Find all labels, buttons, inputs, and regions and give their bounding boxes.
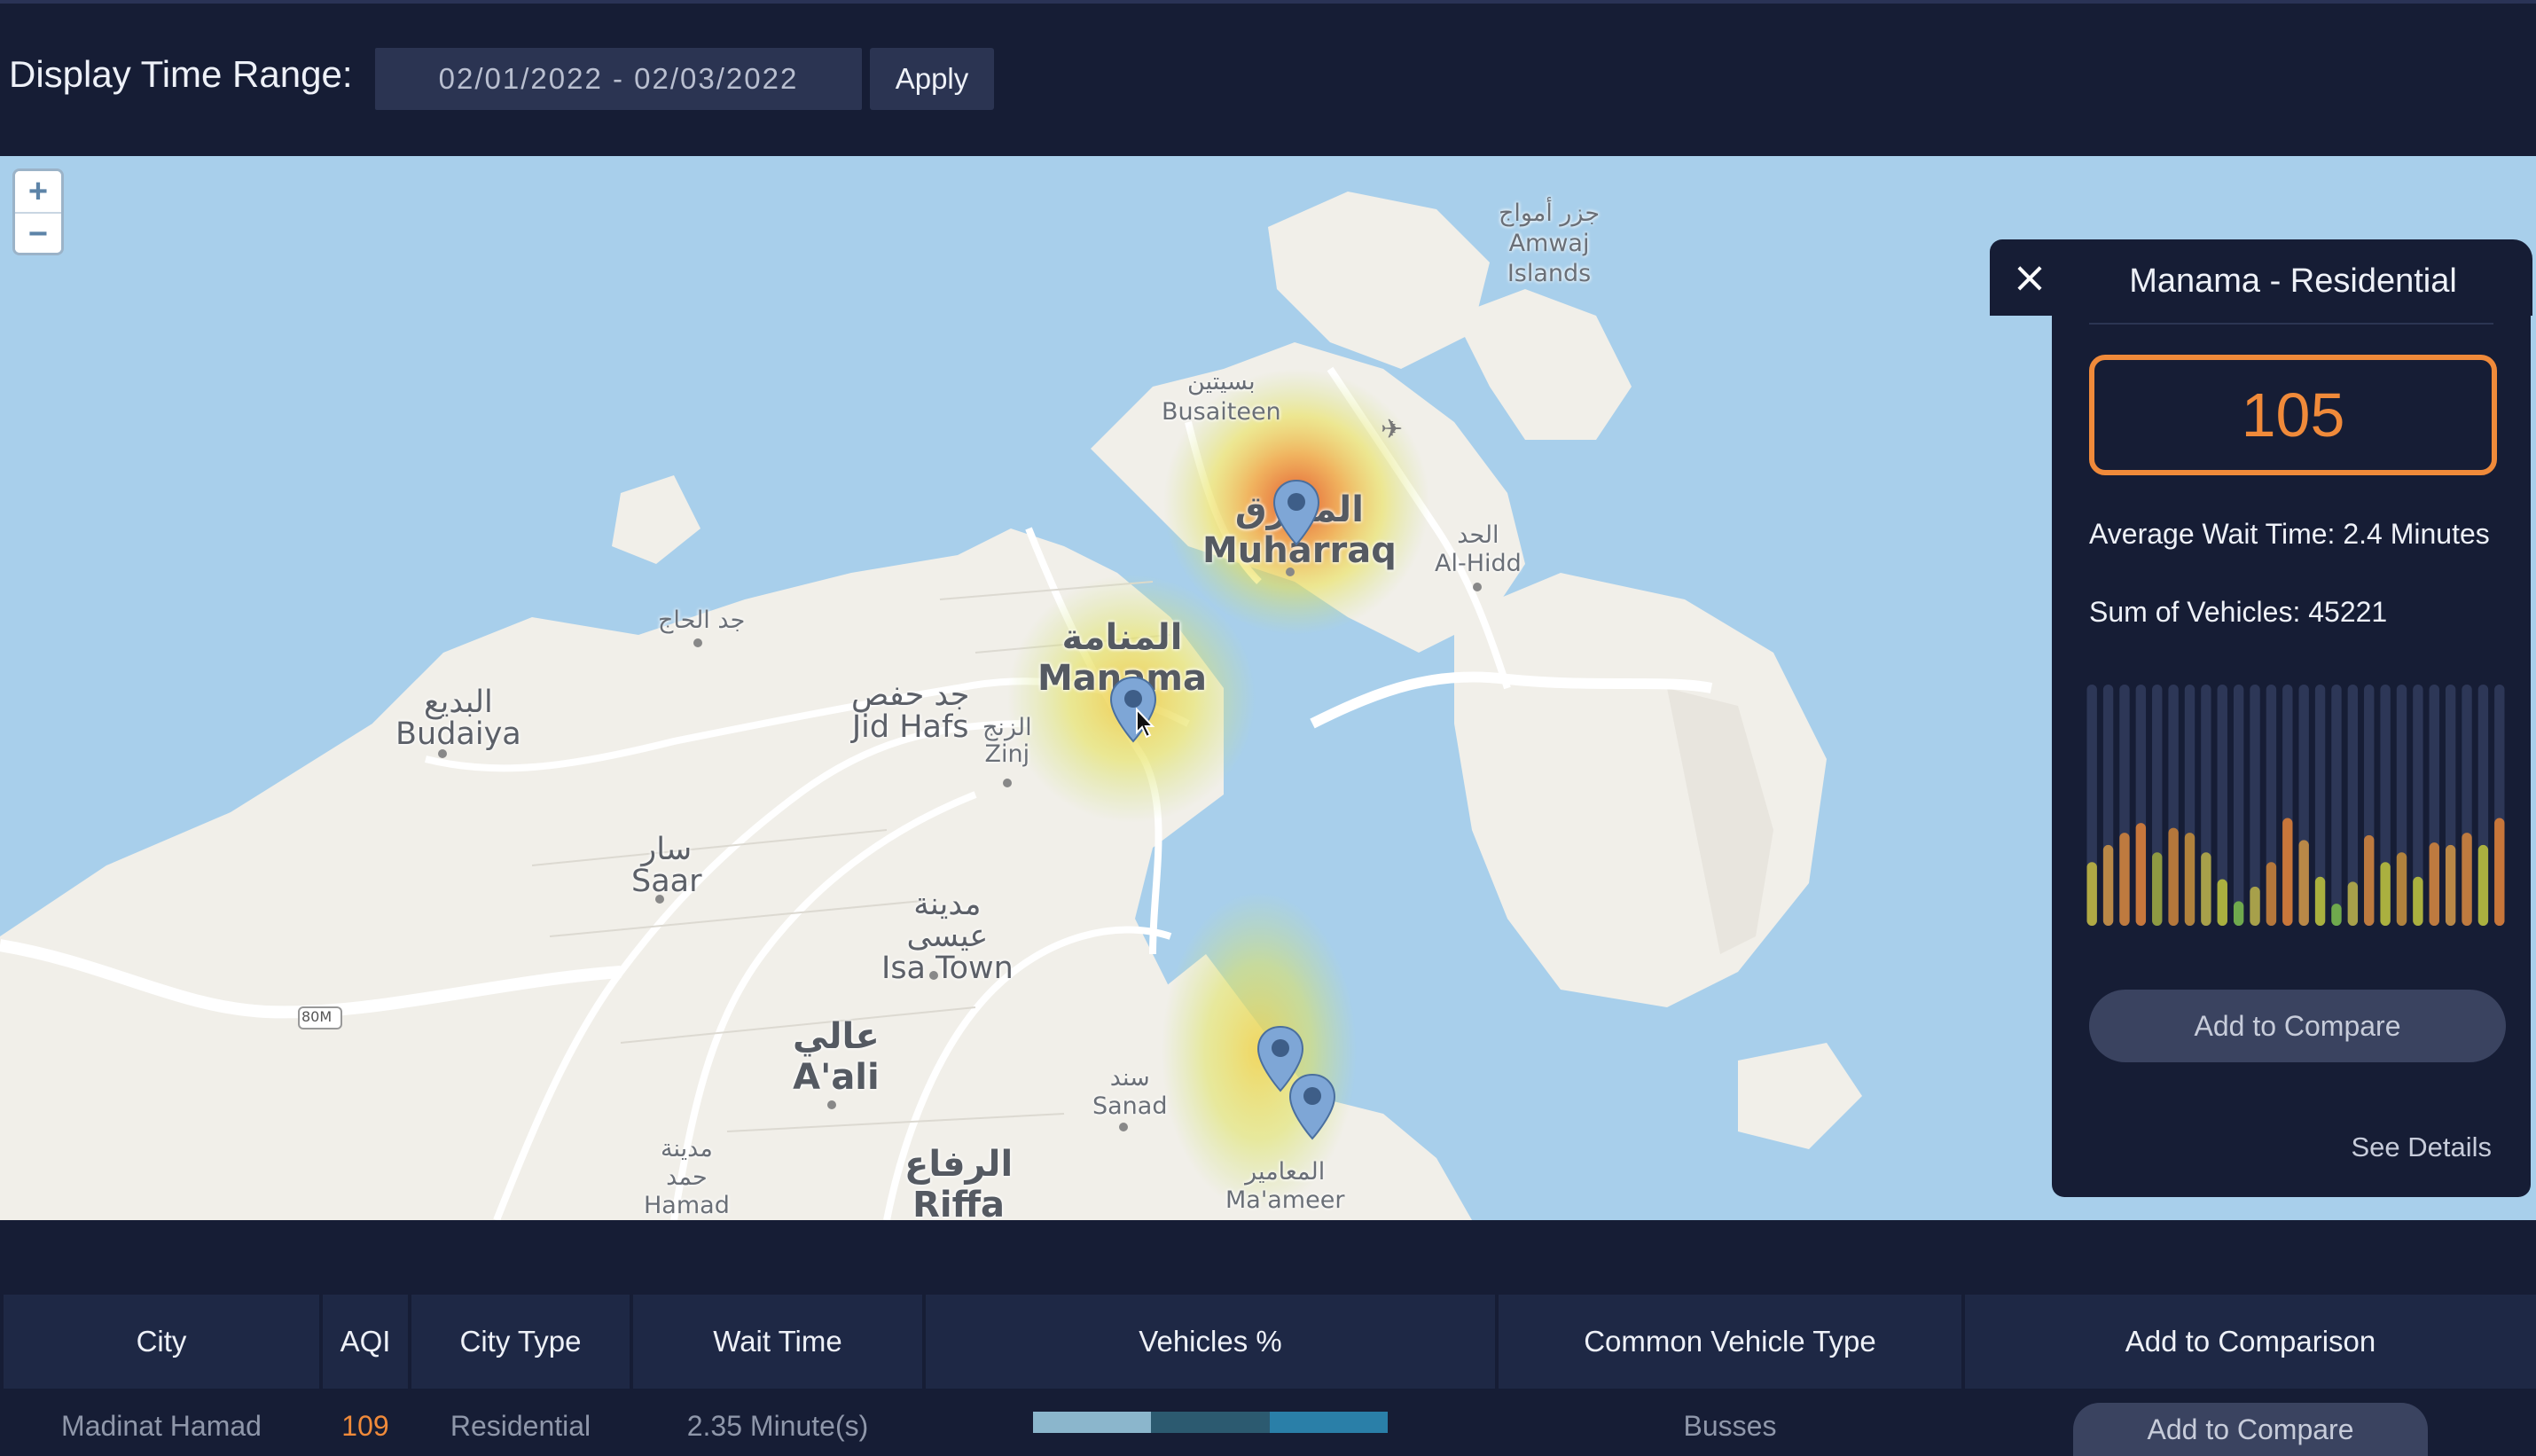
vehicle-share-bar	[1033, 1412, 1388, 1433]
island-amwaj	[1454, 289, 1632, 440]
app-root: Display Time Range: Apply	[0, 0, 2536, 1456]
map-pin-icon[interactable]	[1288, 1073, 1337, 1140]
map-label-amwaj: جزر أمواج Amwaj Islands	[1499, 200, 1601, 287]
aqi-value: 105	[2089, 355, 2497, 475]
zoom-in-button[interactable]: +	[15, 171, 61, 212]
bar-fill	[2217, 879, 2227, 926]
header-city[interactable]: City	[4, 1295, 319, 1389]
bar-fill	[2250, 886, 2260, 926]
header-vehicles-percent[interactable]: Vehicles %	[926, 1295, 1495, 1389]
table-row: Madinat Hamad 109 Residential 2.35 Minut…	[4, 1403, 2536, 1456]
bar-fill	[2266, 862, 2277, 926]
bar-fill	[2086, 862, 2097, 926]
cell-wait-time: 2.35 Minute(s)	[686, 1410, 869, 1442]
panel-title: Manama - Residential	[2129, 262, 2457, 300]
bar-fill	[2119, 833, 2130, 926]
map-label-aali: عالي A'ali	[793, 1016, 880, 1098]
panel-divider	[2089, 323, 2493, 325]
airport-icon: ✈	[1381, 414, 1403, 445]
map-label-hidd: الحد Al-Hidd	[1435, 521, 1522, 577]
bar-fill	[2201, 852, 2211, 926]
bar-fill	[2413, 876, 2423, 926]
apply-button[interactable]: Apply	[870, 48, 994, 110]
map-label-busaiteen: بسيتين Busaiteen	[1162, 368, 1281, 426]
vehicle-share-segment	[1151, 1412, 1270, 1433]
bar-fill	[2477, 844, 2489, 926]
zoom-out-button[interactable]: −	[15, 212, 61, 253]
add-to-compare-button[interactable]: Add to Compare	[2089, 990, 2506, 1062]
cell-city-type: Residential	[450, 1410, 591, 1442]
bar-fill	[2445, 844, 2456, 926]
average-wait-time: Average Wait Time: 2.4 Minutes	[2089, 518, 2490, 550]
cell-city: Madinat Hamad	[61, 1410, 262, 1442]
cell-aqi: 109	[341, 1410, 389, 1442]
see-details-link[interactable]: See Details	[2305, 1131, 2492, 1163]
map-label-saar: سار Saar	[631, 832, 702, 899]
header-wait-time[interactable]: Wait Time	[633, 1295, 922, 1389]
bar-fill	[2380, 862, 2391, 926]
bar-fill	[2282, 818, 2293, 926]
cell-common-vehicle: Busses	[1683, 1410, 1777, 1442]
bar-fill	[2233, 901, 2244, 926]
road-shield-label: 80M	[301, 1008, 333, 1025]
filter-bar: Display Time Range: Apply	[0, 4, 2536, 156]
date-range-input[interactable]	[375, 48, 862, 110]
map-label-hamad: مدينة حمد Hamad	[644, 1135, 730, 1219]
map-label-jidhafs: جد حفص Jid Hafs	[851, 677, 970, 745]
time-range-label: Display Time Range:	[9, 53, 353, 95]
bar-fill	[2168, 827, 2179, 926]
bar-fill	[2347, 881, 2359, 926]
vehicle-bar-chart	[2086, 685, 2505, 926]
city-table: City AQI City Type Wait Time Vehicles % …	[0, 1220, 2536, 1456]
bar-fill	[2396, 852, 2407, 926]
bar-fill	[2314, 876, 2326, 926]
island-hidd	[1454, 573, 1827, 1007]
cell-vehicles-percent	[926, 1410, 1495, 1456]
bar-fill	[2364, 834, 2375, 926]
table-header: City AQI City Type Wait Time Vehicles % …	[4, 1295, 2536, 1389]
map-label-jidalhaj: جد الحاج	[658, 607, 746, 634]
add-to-compare-button[interactable]: Add to Compare	[2073, 1403, 2428, 1456]
zoom-control: + −	[12, 168, 64, 255]
bar-fill	[2429, 842, 2439, 926]
islet-west	[612, 475, 701, 564]
bar-fill	[2102, 844, 2114, 926]
bar-track	[2331, 685, 2342, 926]
cursor-icon	[1136, 708, 1155, 739]
bar-track	[2233, 685, 2244, 926]
header-aqi[interactable]: AQI	[323, 1295, 408, 1389]
vehicle-share-segment	[1269, 1412, 1388, 1433]
map-label-isatown: مدينة عيسى Isa Town	[881, 887, 1014, 986]
islet-c	[1738, 1043, 1862, 1149]
header-common-vehicle-type[interactable]: Common Vehicle Type	[1499, 1295, 1961, 1389]
header-add-to-comparison[interactable]: Add to Comparison	[1965, 1295, 2536, 1389]
map-label-sanad: سند Sanad	[1092, 1064, 1168, 1120]
bar-fill	[2331, 904, 2342, 926]
bar-fill	[2462, 833, 2472, 926]
bar-fill	[2494, 818, 2505, 926]
bar-fill	[2152, 852, 2163, 926]
header-city-type[interactable]: City Type	[411, 1295, 630, 1389]
bar-fill	[2135, 823, 2147, 926]
cell-add-to-compare: Add to Compare	[1965, 1403, 2536, 1456]
map-pin-icon[interactable]	[1272, 479, 1321, 546]
map-label-riffa: الرفاع Riffa	[904, 1144, 1014, 1220]
map-label-budaiya: البديع Budaiya	[395, 685, 521, 752]
bar-fill	[2184, 833, 2196, 926]
vehicle-share-segment	[1033, 1412, 1152, 1433]
bar-fill	[2298, 840, 2309, 926]
close-icon[interactable]: ×	[2009, 256, 2050, 299]
sum-of-vehicles: Sum of Vehicles: 45221	[2089, 596, 2388, 628]
map-label-zinj: الزنج Zinj	[982, 714, 1032, 768]
island-muharraq-north	[1268, 192, 1490, 369]
map-label-maameer: المعامير Ma'ameer	[1225, 1158, 1345, 1214]
